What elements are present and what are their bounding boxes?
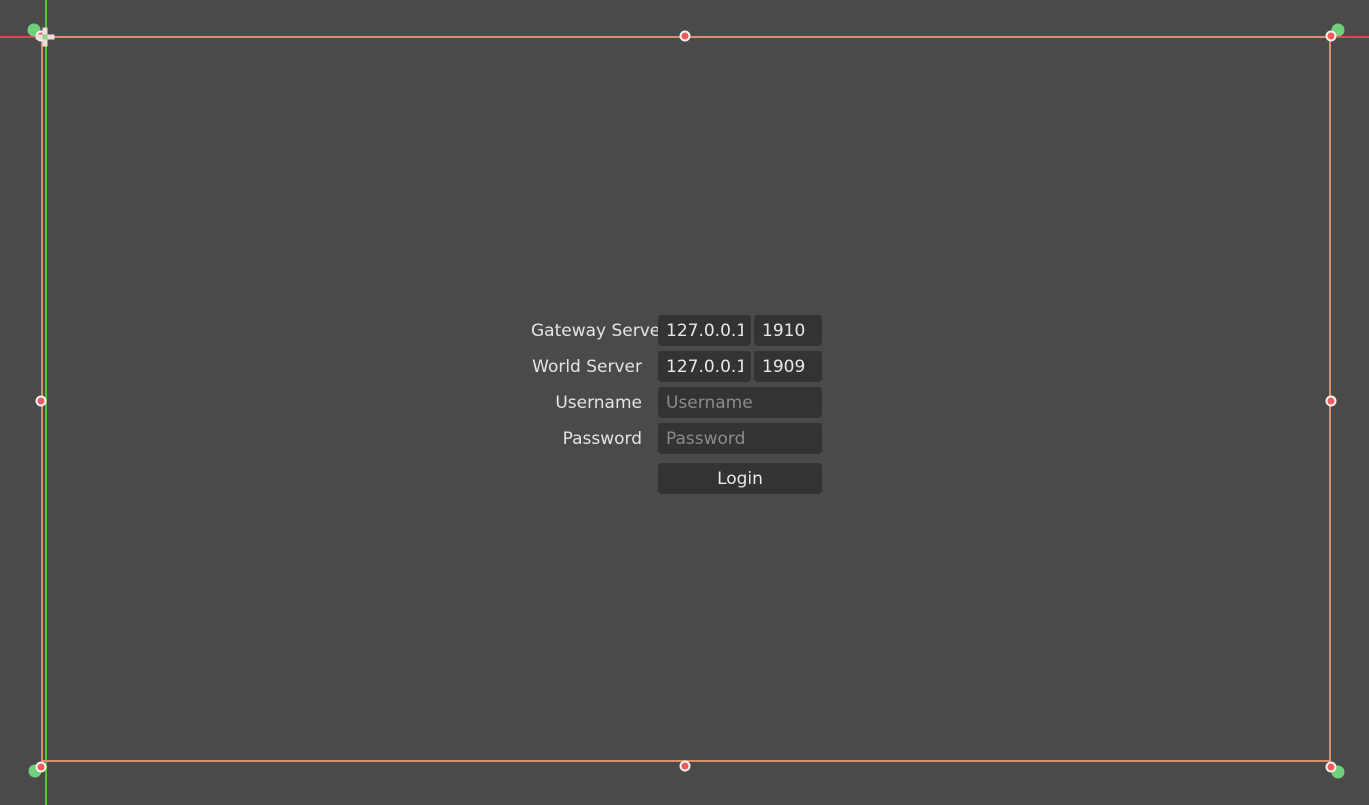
handle-bottom-center[interactable]: [679, 760, 691, 772]
pivot-crosshair-icon[interactable]: [35, 27, 55, 47]
login-button[interactable]: Login: [658, 463, 822, 494]
world-server-label: World Server: [532, 356, 642, 377]
form-row-login-button: Login: [531, 459, 822, 494]
handle-middle-right[interactable]: [1325, 395, 1337, 407]
gateway-server-host-input[interactable]: [658, 315, 751, 346]
password-label: Password: [562, 428, 642, 449]
gateway-server-label: Gateway Server: [531, 320, 668, 341]
username-input[interactable]: [658, 387, 822, 418]
password-input[interactable]: [658, 423, 822, 454]
form-row-gateway-server: Gateway Server: [531, 315, 822, 346]
handle-middle-left[interactable]: [35, 395, 47, 407]
form-row-world-server: World Server: [531, 351, 822, 382]
login-button-wrapper: Login: [658, 459, 822, 494]
username-label: Username: [555, 392, 642, 413]
form-row-password: Password: [531, 423, 822, 454]
login-form: Gateway Server World Server Username Pas…: [531, 315, 822, 499]
username-fields: [658, 387, 822, 418]
gateway-server-port-input[interactable]: [754, 315, 822, 346]
handle-bottom-left[interactable]: [35, 761, 47, 773]
handle-bottom-right[interactable]: [1325, 761, 1337, 773]
password-fields: [658, 423, 822, 454]
world-server-host-input[interactable]: [658, 351, 751, 382]
handle-top-right[interactable]: [1325, 30, 1337, 42]
form-row-username: Username: [531, 387, 822, 418]
scene-viewport[interactable]: Gateway Server World Server Username Pas…: [0, 0, 1369, 805]
handle-top-center[interactable]: [679, 30, 691, 42]
world-server-fields: [658, 351, 822, 382]
gateway-server-fields: [658, 315, 822, 346]
world-server-port-input[interactable]: [754, 351, 822, 382]
